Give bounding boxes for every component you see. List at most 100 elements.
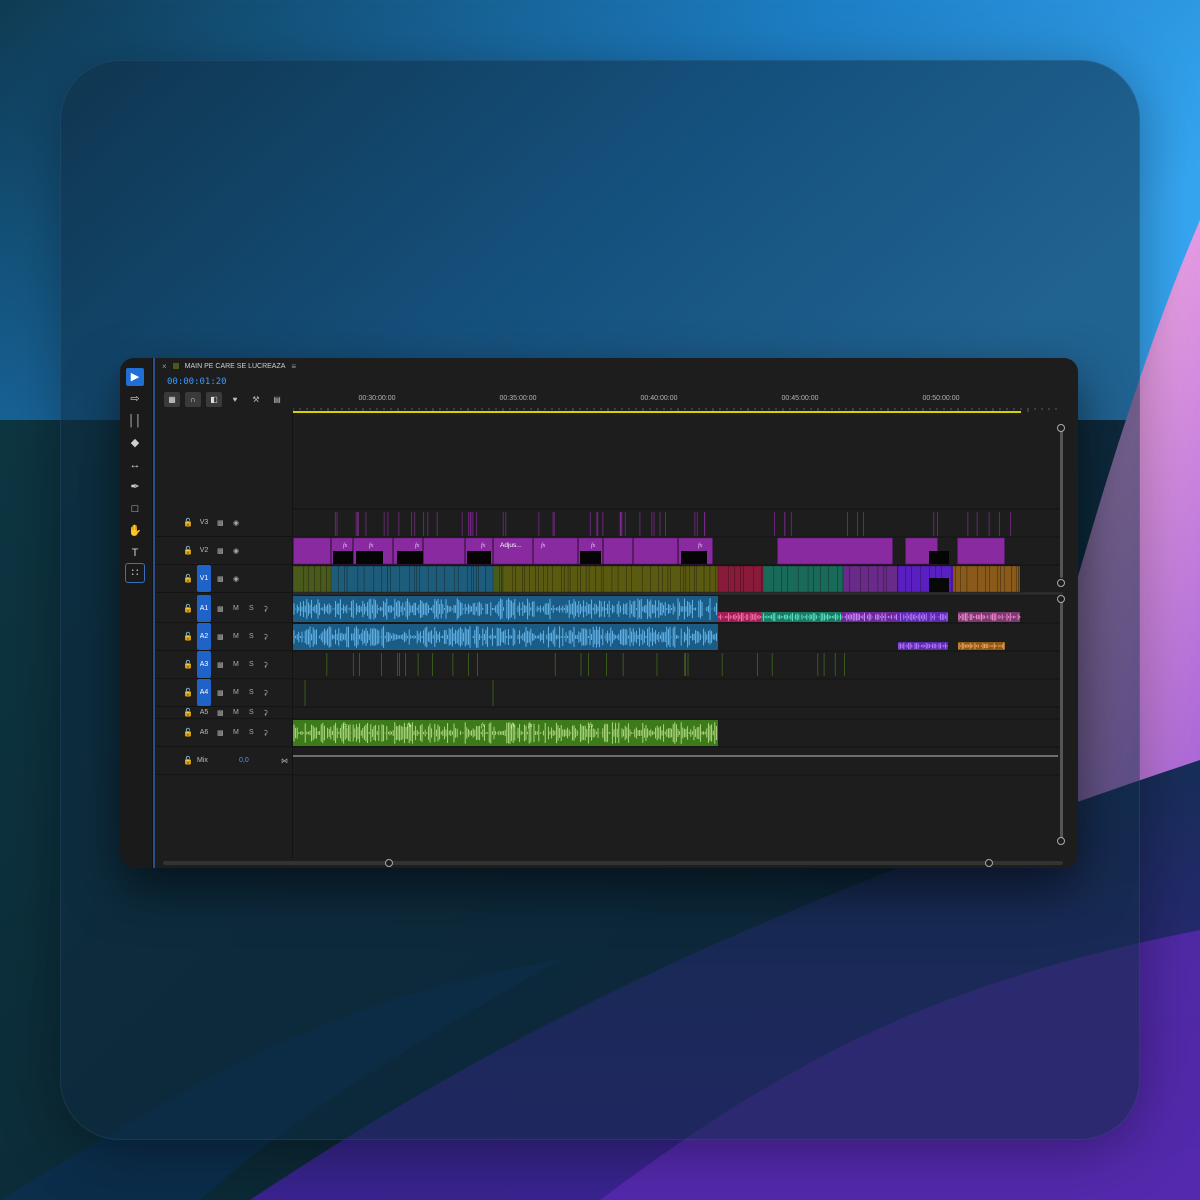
microphone-icon[interactable]: ⚳ bbox=[263, 661, 268, 669]
audio-scroll-track[interactable] bbox=[1060, 598, 1063, 838]
mute-button[interactable]: M bbox=[233, 661, 239, 668]
remix-icon[interactable]: ∷ bbox=[125, 563, 145, 583]
microphone-icon[interactable]: ⚳ bbox=[263, 689, 268, 697]
track-name[interactable]: A2 bbox=[197, 623, 211, 650]
mute-button[interactable]: M bbox=[233, 689, 239, 696]
ripple-edit-icon[interactable]: ││ bbox=[126, 412, 144, 430]
rectangle-icon[interactable]: □ bbox=[126, 500, 144, 518]
linked-selection-icon[interactable]: ◧ bbox=[206, 391, 222, 407]
track-name[interactable]: V1 bbox=[197, 565, 211, 592]
vertical-scrollbar[interactable] bbox=[1057, 420, 1067, 856]
lock-icon[interactable]: 🔓 bbox=[183, 728, 193, 737]
horizontal-scrollbar[interactable] bbox=[163, 858, 1063, 868]
close-icon[interactable]: × bbox=[162, 362, 167, 371]
settings-wrench-icon[interactable]: ⚒ bbox=[248, 392, 264, 407]
type-icon[interactable]: T bbox=[126, 544, 144, 562]
eye-icon[interactable]: ◉ bbox=[233, 519, 239, 527]
timeline-tracks[interactable]: fxfxfxfxfxfxfxAdjus...fxfxfxfxfxfxfx bbox=[293, 414, 1063, 858]
clip bbox=[781, 565, 788, 593]
razor-icon[interactable]: ◆ bbox=[126, 434, 144, 452]
lock-icon[interactable]: 🔓 bbox=[183, 660, 193, 669]
sync-icon[interactable]: ▩ bbox=[217, 633, 224, 641]
clip bbox=[877, 565, 885, 593]
marker-icon[interactable]: ♥ bbox=[227, 392, 243, 407]
lock-icon[interactable]: 🔓 bbox=[183, 546, 193, 555]
eye-icon[interactable]: ◉ bbox=[233, 575, 239, 583]
fx-badge: fx bbox=[511, 722, 516, 729]
captions-icon[interactable]: ▤ bbox=[269, 392, 285, 407]
mute-button[interactable]: M bbox=[233, 729, 239, 736]
clip bbox=[320, 565, 328, 593]
clip-thumbnail bbox=[467, 551, 491, 564]
solo-button[interactable]: S bbox=[249, 689, 254, 696]
selection-tool-icon[interactable]: ▶ bbox=[126, 368, 144, 386]
mute-button[interactable]: M bbox=[233, 633, 239, 640]
track-name[interactable]: A4 bbox=[197, 679, 211, 706]
lock-icon[interactable]: 🔓 bbox=[183, 756, 193, 765]
microphone-icon[interactable]: ⚳ bbox=[263, 709, 268, 717]
clip bbox=[617, 565, 627, 593]
snap-icon[interactable]: ∩ bbox=[185, 391, 201, 407]
mix-volume-value[interactable]: 0,0 bbox=[239, 757, 249, 764]
sync-icon[interactable]: ▩ bbox=[217, 547, 224, 555]
track-name[interactable]: A1 bbox=[197, 595, 211, 622]
slip-icon[interactable]: ↔ bbox=[126, 456, 144, 474]
track-name[interactable]: V2 bbox=[197, 547, 211, 554]
hand-icon[interactable]: ✋ bbox=[126, 522, 144, 540]
solo-button[interactable]: S bbox=[249, 709, 254, 716]
panel-menu-icon[interactable]: ≡ bbox=[291, 362, 296, 371]
sequence-tab[interactable]: × MAIN PE CARE SE LUCREAZA ≡ bbox=[158, 358, 1058, 374]
audio-scroll-knob-bottom[interactable] bbox=[1057, 837, 1065, 845]
video-scroll-knob-bottom[interactable] bbox=[1057, 579, 1065, 587]
lock-icon[interactable]: 🔓 bbox=[183, 688, 193, 697]
track-header-a5: 🔓 A5 ▩ M S ⚳ bbox=[155, 707, 293, 719]
lock-icon[interactable]: 🔓 bbox=[183, 604, 193, 613]
clip bbox=[501, 565, 504, 593]
solo-button[interactable]: S bbox=[249, 605, 254, 612]
clip bbox=[813, 565, 821, 593]
lock-icon[interactable]: 🔓 bbox=[183, 518, 193, 527]
pen-icon[interactable]: ✒ bbox=[126, 478, 144, 496]
mix-ends-icon[interactable]: ⋈ bbox=[281, 757, 288, 765]
sync-icon[interactable]: ▩ bbox=[217, 709, 224, 717]
solo-button[interactable]: S bbox=[249, 661, 254, 668]
audio-scroll-knob-top[interactable] bbox=[1057, 595, 1065, 603]
nest-icon[interactable]: ▦ bbox=[164, 391, 180, 407]
track-name[interactable]: V3 bbox=[197, 519, 211, 526]
zoom-handle-right[interactable] bbox=[985, 859, 993, 867]
sync-icon[interactable]: ▩ bbox=[217, 519, 224, 527]
zoom-handle-left[interactable] bbox=[385, 859, 393, 867]
track-name[interactable]: A3 bbox=[197, 651, 211, 678]
horizontal-scroll-track[interactable] bbox=[163, 861, 1063, 865]
track-name[interactable]: A5 bbox=[197, 709, 211, 716]
sync-icon[interactable]: ▩ bbox=[217, 729, 224, 737]
eye-icon[interactable]: ◉ bbox=[233, 547, 239, 555]
microphone-icon[interactable]: ⚳ bbox=[263, 729, 268, 737]
sync-icon[interactable]: ▩ bbox=[217, 575, 224, 583]
playhead-timecode[interactable]: 00:00:01:20 bbox=[167, 377, 227, 387]
time-ruler[interactable]: 00:30:00:00 00:35:00:00 00:40:00:00 00:4… bbox=[293, 388, 1061, 414]
sync-icon[interactable]: ▩ bbox=[217, 605, 224, 613]
microphone-icon[interactable]: ⚳ bbox=[263, 605, 268, 613]
clip bbox=[357, 565, 365, 593]
sync-icon[interactable]: ▩ bbox=[217, 689, 224, 697]
lock-icon[interactable]: 🔓 bbox=[183, 708, 193, 717]
solo-button[interactable]: S bbox=[249, 633, 254, 640]
track-name[interactable]: A6 bbox=[197, 729, 211, 736]
clip bbox=[454, 565, 459, 593]
video-scroll-track[interactable] bbox=[1060, 428, 1063, 578]
lock-icon[interactable]: 🔓 bbox=[183, 632, 193, 641]
mute-button[interactable]: M bbox=[233, 605, 239, 612]
mute-button[interactable]: M bbox=[233, 709, 239, 716]
clip bbox=[600, 565, 604, 593]
sync-icon[interactable]: ▩ bbox=[217, 661, 224, 669]
track-select-icon[interactable]: ⇨ bbox=[126, 390, 144, 408]
clip bbox=[777, 537, 893, 565]
work-area-bar[interactable] bbox=[293, 411, 1021, 413]
clip bbox=[476, 565, 479, 593]
track-header-a4: 🔓 A4 ▩ M S ⚳ bbox=[155, 679, 293, 707]
solo-button[interactable]: S bbox=[249, 729, 254, 736]
microphone-icon[interactable]: ⚳ bbox=[263, 633, 268, 641]
lock-icon[interactable]: 🔓 bbox=[183, 574, 193, 583]
video-scroll-knob-top[interactable] bbox=[1057, 424, 1065, 432]
